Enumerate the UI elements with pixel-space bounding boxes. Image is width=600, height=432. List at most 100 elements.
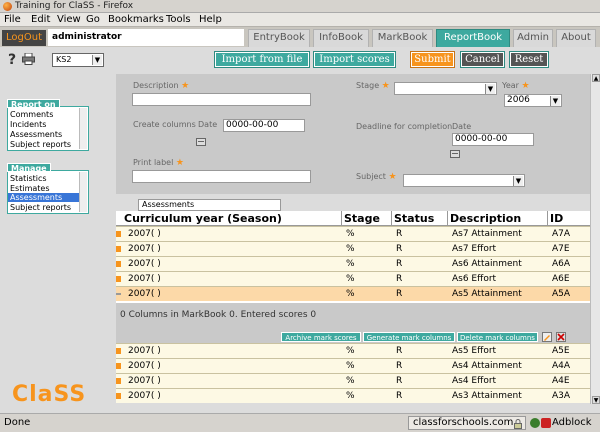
menu-help[interactable]: Help	[199, 14, 222, 25]
status-site: classforschools.com	[408, 416, 526, 430]
help-icon[interactable]: ?	[8, 52, 16, 68]
close-icon[interactable]	[556, 332, 566, 342]
columns-info: 0 Columns in MarkBook 0. Entered scores …	[120, 310, 317, 320]
lock-icon	[514, 419, 522, 429]
report-on-scrollbar[interactable]	[79, 108, 87, 149]
cancel-button[interactable]: Cancel	[460, 51, 505, 68]
stage-label: Stage ★	[356, 81, 390, 91]
adblock-label[interactable]: Adblock	[552, 417, 592, 428]
table-row[interactable]: 2007( ) % R As7 Effort A7E	[116, 241, 590, 256]
table-row[interactable]: 2007( ) % R As4 Effort A4E	[116, 373, 590, 388]
required-star-icon: ★	[175, 158, 184, 168]
chevron-down-icon: ▼	[513, 176, 523, 186]
manage-subject-reports[interactable]: Subject reports	[10, 203, 71, 212]
reset-button[interactable]: Reset	[509, 51, 549, 68]
menu-bar: File Edit View Go Bookmarks Tools Help	[0, 13, 600, 27]
manage-statistics[interactable]: Statistics	[10, 174, 47, 183]
col-header-status[interactable]: Status	[392, 211, 448, 226]
cell-stage: %	[346, 346, 355, 356]
cell-curriculum-year: 2007( )	[128, 244, 161, 254]
cell-id: A5E	[552, 346, 570, 356]
table-row[interactable]: 2007( ) % R As7 Attainment A7A	[116, 226, 590, 241]
cell-description: As3 Attainment	[452, 391, 522, 401]
report-on-list[interactable]: Report on Comments Incidents Assessments…	[7, 99, 89, 151]
cell-description: As6 Attainment	[452, 259, 522, 269]
table-row[interactable]: 2007( ) % R As6 Attainment A6A	[116, 256, 590, 271]
report-on-subject-reports[interactable]: Subject reports	[10, 140, 71, 149]
manage-list[interactable]: Manage Statistics Estimates Assessments …	[7, 163, 89, 214]
security-ok-icon[interactable]	[530, 418, 540, 428]
col-header-description[interactable]: Description	[448, 211, 548, 226]
cell-status: R	[396, 259, 403, 269]
year-select[interactable]: 2006 ▼	[504, 94, 562, 107]
logout-button[interactable]: LogOut	[2, 30, 46, 46]
deadline-label: Deadline for completion	[356, 122, 453, 131]
scroll-up-icon[interactable]: ▲	[592, 74, 600, 82]
submit-button[interactable]: Submit	[410, 51, 455, 68]
import-scores-button[interactable]: Import scores	[313, 51, 396, 68]
col-header-stage[interactable]: Stage	[342, 211, 392, 226]
status-site-label: classforschools.com	[413, 417, 514, 428]
cell-description: As5 Effort	[452, 346, 497, 356]
archive-mark-scores-button[interactable]: Archive mark scores	[281, 332, 361, 342]
cell-stage: %	[346, 229, 355, 239]
window-title: Training for ClaSS - Firefox	[15, 1, 134, 11]
description-input[interactable]	[132, 93, 311, 106]
create-date-input[interactable]: 0000-00-00	[223, 119, 305, 132]
report-on-incidents[interactable]: Incidents	[10, 120, 46, 129]
row-marker-icon	[116, 393, 121, 399]
page-scrollbar[interactable]: ▲ ▼	[590, 74, 600, 404]
printer-icon[interactable]	[22, 53, 35, 65]
tab-entrybook[interactable]: EntryBook	[248, 29, 310, 47]
stage-field[interactable]: ▼	[394, 82, 497, 95]
delete-mark-columns-button[interactable]: Delete mark columns	[457, 332, 538, 342]
manage-scrollbar[interactable]	[79, 172, 87, 212]
table-row-selected[interactable]: 2007( ) % R As5 Attainment A5A	[116, 286, 590, 301]
col-header-id[interactable]: ID	[548, 211, 590, 226]
table-row[interactable]: 2007( ) % R As4 Attainment A4A	[116, 358, 590, 373]
calendar-icon[interactable]	[196, 138, 206, 146]
table-header: Curriculum year (Season) Stage Status De…	[116, 211, 590, 226]
tab-admin[interactable]: Admin	[513, 29, 553, 47]
cell-id: A3A	[552, 391, 571, 401]
generate-mark-columns-button[interactable]: Generate mark columns	[363, 332, 455, 342]
tab-reportbook[interactable]: ReportBook	[436, 29, 510, 47]
table-row[interactable]: 2007( ) % R As3 Attainment A3A	[116, 388, 590, 403]
firefox-icon	[3, 2, 12, 11]
import-from-file-button[interactable]: Import from file	[214, 51, 310, 68]
table-row[interactable]: 2007( ) % R As5 Effort A5E	[116, 343, 590, 358]
cell-stage: %	[346, 274, 355, 284]
menu-bookmarks[interactable]: Bookmarks	[108, 14, 164, 25]
report-on-comments[interactable]: Comments	[10, 110, 53, 119]
cell-status: R	[396, 229, 403, 239]
col-header-curriculum-year[interactable]: Curriculum year (Season)	[122, 211, 342, 226]
manage-estimates[interactable]: Estimates	[10, 184, 50, 193]
edit-icon[interactable]	[542, 332, 552, 342]
menu-tools[interactable]: Tools	[166, 14, 191, 25]
cell-stage: %	[346, 244, 355, 254]
menu-go[interactable]: Go	[86, 14, 100, 25]
report-on-assessments[interactable]: Assessments	[10, 130, 62, 139]
chevron-down-icon: ▼	[550, 96, 560, 106]
manage-assessments[interactable]: Assessments	[8, 193, 80, 202]
menu-file[interactable]: File	[4, 14, 21, 25]
tab-markbook[interactable]: MarkBook	[372, 29, 433, 47]
deadline-date-input[interactable]: 0000-00-00	[452, 133, 534, 146]
class-logo: ClaSS	[12, 382, 87, 407]
stage-select[interactable]: KS2 ▼	[52, 53, 104, 67]
year-value: 2006	[507, 95, 530, 105]
scroll-down-icon[interactable]: ▼	[592, 396, 600, 404]
tab-infobook[interactable]: InfoBook	[313, 29, 369, 47]
subject-select[interactable]: ▼	[403, 174, 525, 187]
cell-stage: %	[346, 289, 355, 299]
adblock-icon[interactable]	[541, 418, 551, 428]
cell-description: As4 Attainment	[452, 361, 522, 371]
print-label-input[interactable]	[132, 170, 311, 183]
tab-about[interactable]: About	[556, 29, 596, 47]
menu-edit[interactable]: Edit	[31, 14, 50, 25]
table-row[interactable]: 2007( ) % R As6 Effort A6E	[116, 271, 590, 286]
required-star-icon: ★	[388, 172, 397, 182]
calendar-icon[interactable]	[450, 150, 460, 158]
menu-view[interactable]: View	[57, 14, 81, 25]
cell-status: R	[396, 244, 403, 254]
